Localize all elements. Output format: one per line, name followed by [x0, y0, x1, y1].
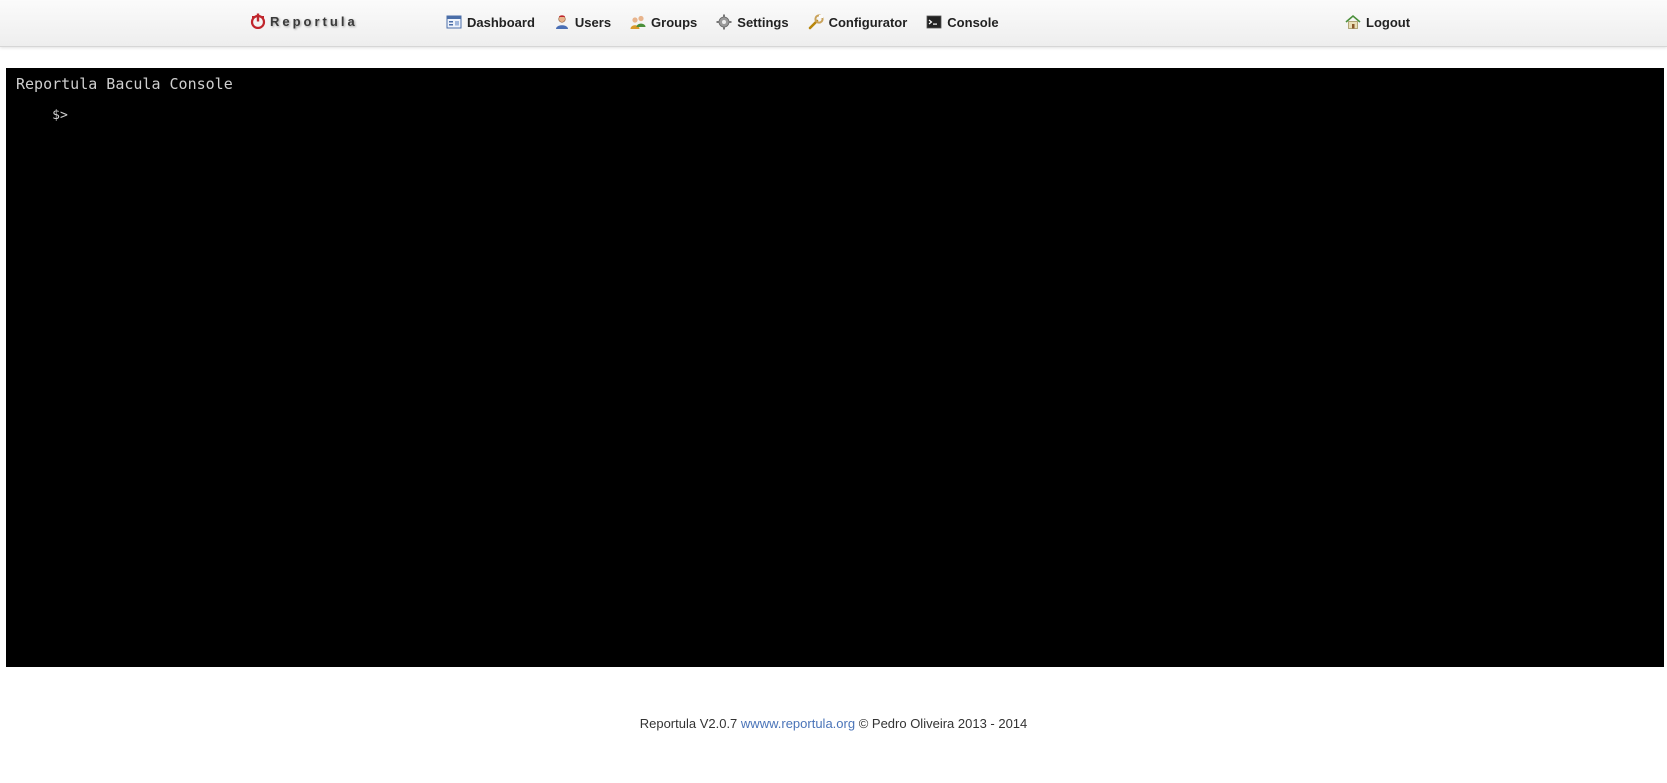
- nav-groups-label: Groups: [651, 14, 698, 30]
- brand-name: Reportula: [270, 13, 358, 29]
- bacula-console-terminal[interactable]: Reportula Bacula Console $>: [6, 68, 1664, 667]
- nav-configurator-label: Configurator: [828, 14, 908, 30]
- page-footer: Reportula V2.0.7 wwww.reportula.org © Pe…: [0, 716, 1667, 731]
- nav-users-label: Users: [574, 14, 612, 30]
- groups-icon: [630, 15, 646, 29]
- brand-link[interactable]: Reportula: [250, 10, 358, 32]
- top-navbar: Reportula Dashboard Users Groups Setting…: [0, 0, 1667, 47]
- wrench-icon: [808, 14, 824, 30]
- nav-users[interactable]: Users: [554, 14, 611, 30]
- nav-settings[interactable]: Settings: [716, 14, 789, 30]
- main-nav: Dashboard Users Groups Settings Configur…: [446, 11, 999, 33]
- console-banner: Reportula Bacula Console: [16, 75, 233, 93]
- nav-groups[interactable]: Groups: [630, 14, 697, 30]
- logout-label: Logout: [1366, 14, 1411, 30]
- console-prompt-line[interactable]: $>: [16, 92, 1654, 138]
- nav-configurator[interactable]: Configurator: [808, 14, 908, 30]
- reportula-logo-icon: [250, 13, 266, 29]
- terminal-icon: [926, 15, 942, 29]
- home-icon: [1345, 14, 1361, 29]
- console-prompt: $>: [52, 108, 68, 123]
- user-icon: [555, 15, 568, 29]
- gear-icon: [716, 14, 732, 30]
- nav-console-label: Console: [947, 14, 999, 30]
- footer-website-link[interactable]: wwww.reportula.org: [741, 716, 855, 731]
- nav-settings-label: Settings: [737, 14, 789, 30]
- logout-link[interactable]: Logout: [1345, 11, 1410, 33]
- nav-dashboard[interactable]: Dashboard: [446, 14, 535, 30]
- footer-copyright: © Pedro Oliveira 2013 - 2014: [858, 716, 1028, 731]
- nav-dashboard-label: Dashboard: [467, 14, 535, 30]
- footer-version: Reportula V2.0.7: [639, 716, 738, 731]
- nav-console[interactable]: Console: [926, 14, 999, 30]
- dashboard-icon: [446, 15, 462, 29]
